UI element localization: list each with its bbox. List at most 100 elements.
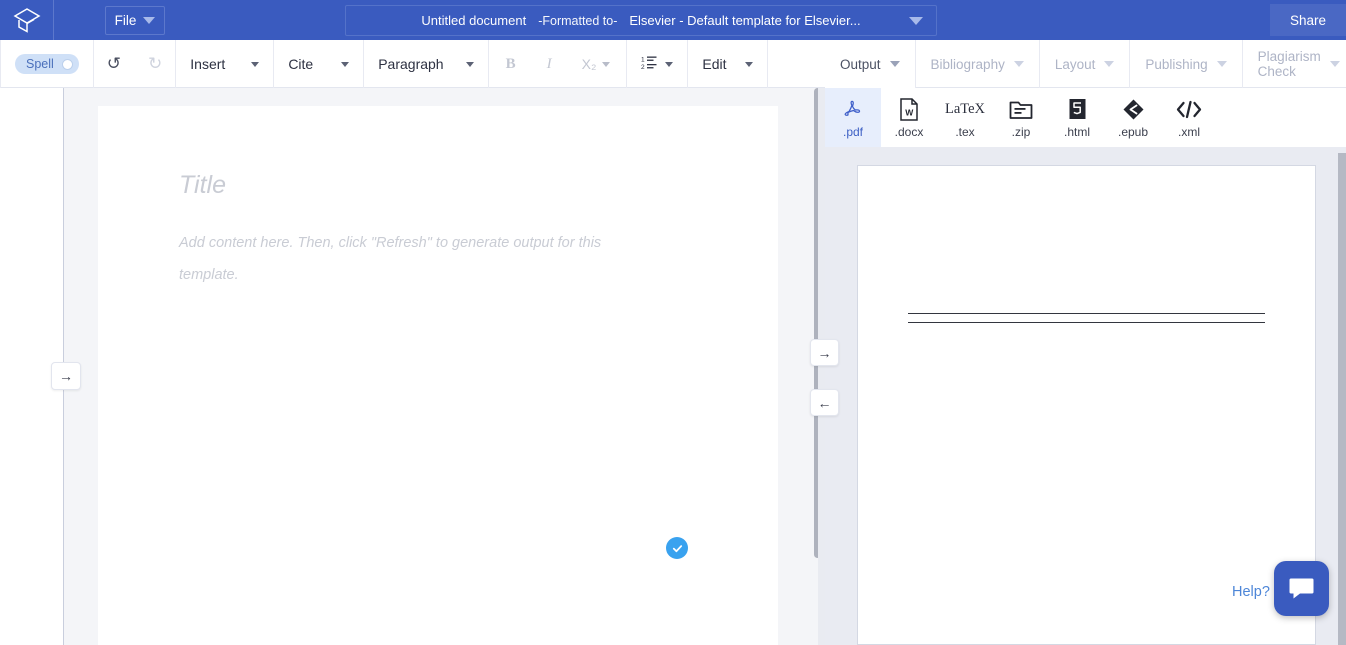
svg-text:2: 2: [641, 64, 645, 70]
insert-menu[interactable]: Insert: [176, 40, 274, 88]
output-pane: .pdf W .docx LaTeX .tex: [825, 88, 1346, 645]
chat-button[interactable]: [1274, 561, 1329, 616]
expand-right-button[interactable]: →: [810, 339, 839, 366]
export-epub-button[interactable]: .epub: [1105, 88, 1161, 147]
document-canvas[interactable]: Title Add content here. Then, click "Ref…: [98, 106, 778, 645]
body-placeholder[interactable]: Add content here. Then, click "Refresh" …: [179, 228, 659, 292]
export-epub-label: .epub: [1118, 125, 1148, 139]
pane-splitter[interactable]: [818, 88, 825, 645]
export-html-button[interactable]: .html: [1049, 88, 1105, 147]
list-menu[interactable]: 1 2: [627, 40, 688, 88]
export-zip-button[interactable]: .zip: [993, 88, 1049, 147]
undo-redo-group: ↺ ↻: [94, 40, 177, 88]
tab-bibliography-label: Bibliography: [931, 57, 1005, 72]
chevron-down-icon: [251, 62, 259, 67]
expand-left-button[interactable]: ←: [810, 389, 839, 416]
editor-pane: Title Add content here. Then, click "Ref…: [64, 88, 818, 645]
export-xml-button[interactable]: .xml: [1161, 88, 1217, 147]
tab-publishing-label: Publishing: [1145, 57, 1207, 72]
pdf-icon: [842, 97, 864, 122]
tab-publishing[interactable]: Publishing: [1130, 40, 1242, 88]
chevron-down-icon: [1330, 61, 1340, 67]
spell-pill: Spell: [15, 54, 79, 74]
export-docx-label: .docx: [895, 125, 924, 139]
preview-rule-top: [908, 313, 1265, 314]
redo-icon[interactable]: ↻: [139, 40, 171, 88]
document-title: Untitled document: [421, 13, 526, 28]
paragraph-label: Paragraph: [378, 56, 443, 72]
export-pdf-label: .pdf: [843, 125, 863, 139]
chevron-down-icon: [341, 62, 349, 67]
top-bar: File Untitled document -Formatted to- El…: [0, 0, 1346, 40]
status-badge[interactable]: [666, 537, 688, 559]
title-placeholder[interactable]: Title: [179, 171, 226, 200]
export-pdf-button[interactable]: .pdf: [825, 88, 881, 147]
cite-label: Cite: [288, 56, 313, 72]
html5-icon: [1068, 97, 1087, 122]
file-menu-label: File: [115, 13, 137, 28]
chevron-down-icon: [1217, 61, 1227, 67]
undo-icon[interactable]: ↺: [98, 40, 130, 88]
check-icon: [671, 542, 684, 555]
arrow-left-icon: ←: [818, 395, 832, 411]
chevron-down-icon: [466, 62, 474, 67]
paragraph-menu[interactable]: Paragraph: [364, 40, 488, 88]
word-icon: W: [899, 97, 919, 122]
right-toolbar: Output Bibliography Layout Publishing Pl…: [825, 40, 1346, 88]
subscript-button[interactable]: X₂: [572, 40, 621, 88]
spell-toggle[interactable]: Spell: [0, 40, 94, 88]
spell-label: Spell: [26, 57, 54, 71]
edit-label: Edit: [702, 56, 726, 72]
italic-button[interactable]: I: [536, 40, 563, 88]
text-format-group: B I X₂: [489, 40, 628, 88]
arrow-right-icon: →: [59, 368, 73, 384]
insert-label: Insert: [190, 56, 225, 72]
chevron-down-icon: [143, 17, 155, 24]
chevron-down-icon: [602, 62, 610, 67]
chevron-down-icon: [745, 62, 753, 67]
plagiarism-line-1: Plagiarism: [1258, 49, 1321, 64]
bold-button[interactable]: B: [495, 40, 527, 88]
export-tex-button[interactable]: LaTeX .tex: [937, 88, 993, 147]
tab-layout[interactable]: Layout: [1040, 40, 1131, 88]
svg-text:1: 1: [641, 57, 645, 64]
chevron-down-icon: [665, 62, 673, 67]
export-tex-label: .tex: [955, 125, 974, 139]
cite-menu[interactable]: Cite: [274, 40, 364, 88]
tab-layout-label: Layout: [1055, 57, 1096, 72]
chat-bubble-icon: [1288, 576, 1315, 601]
share-button[interactable]: Share: [1270, 4, 1346, 36]
chevron-down-icon: [890, 61, 900, 67]
preview-page[interactable]: [857, 165, 1316, 645]
subscript-label: X₂: [582, 56, 597, 72]
preview-rule-bottom: [908, 322, 1265, 323]
tab-bibliography[interactable]: Bibliography: [916, 40, 1040, 88]
chevron-down-icon: [1014, 61, 1024, 67]
tab-plagiarism-check-label: Plagiarism Check: [1258, 49, 1321, 79]
output-scrollbar[interactable]: [1338, 153, 1346, 645]
export-zip-label: .zip: [1012, 125, 1031, 139]
numbered-list-icon: 1 2: [641, 55, 657, 73]
chevron-down-icon: [909, 17, 923, 25]
file-menu-button[interactable]: File: [105, 6, 165, 35]
export-xml-label: .xml: [1178, 125, 1200, 139]
edit-menu[interactable]: Edit: [688, 40, 767, 88]
document-title-selector[interactable]: Untitled document -Formatted to- Elsevie…: [345, 5, 937, 36]
epub-icon: [1122, 97, 1145, 122]
tab-output-label: Output: [840, 57, 881, 72]
chevron-down-icon: [1104, 61, 1114, 67]
export-html-label: .html: [1064, 125, 1090, 139]
template-name: Elsevier - Default template for Elsevier…: [629, 13, 860, 28]
toggle-knob-icon: [62, 59, 73, 70]
arrow-right-icon: →: [818, 345, 832, 361]
tab-output[interactable]: Output: [825, 40, 916, 88]
output-preview: [825, 147, 1346, 645]
typeset-logo[interactable]: [0, 0, 54, 40]
app-root: File Untitled document -Formatted to- El…: [0, 0, 1346, 645]
latex-icon: LaTeX: [945, 97, 985, 122]
tab-plagiarism-check[interactable]: Plagiarism Check: [1243, 40, 1346, 88]
export-docx-button[interactable]: W .docx: [881, 88, 937, 147]
export-format-strip: .pdf W .docx LaTeX .tex: [825, 88, 1346, 147]
help-link[interactable]: Help?: [1232, 584, 1270, 600]
sidebar-expand-button[interactable]: →: [51, 362, 81, 390]
